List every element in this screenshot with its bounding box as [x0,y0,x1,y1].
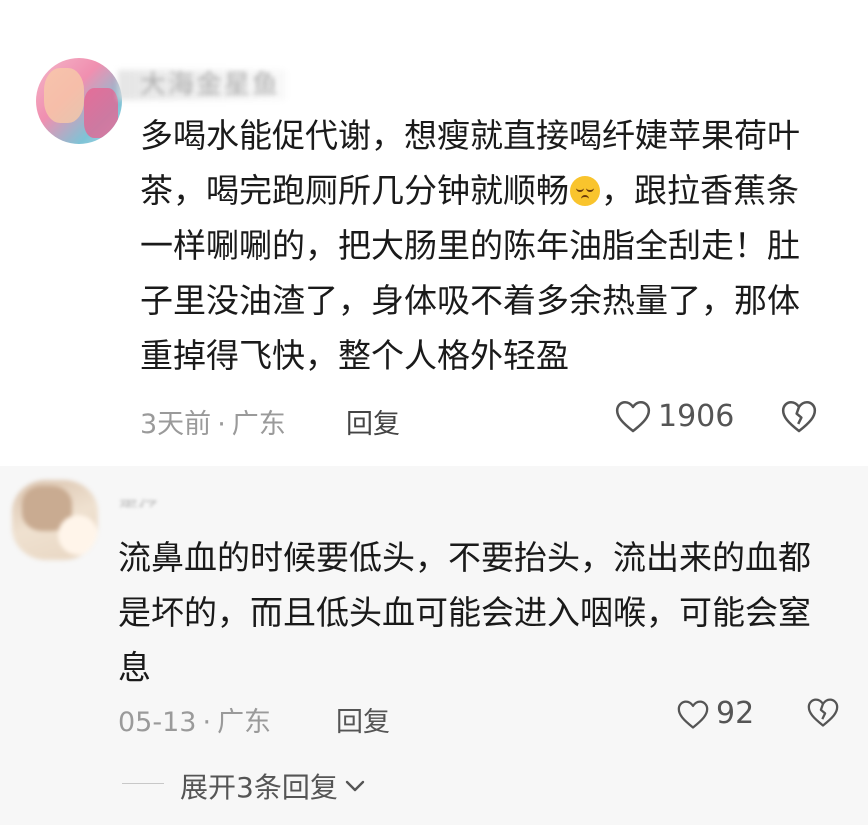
reply-button[interactable]: 回复 [336,700,390,739]
broken-heart-icon [781,400,817,433]
username[interactable]: 蛋仔 [118,493,238,507]
comment-location: 广东 [217,707,272,738]
comment-line: 一样唰唰的，把大肠里的陈年油脂全刮走！肚 [140,226,800,265]
comment-line: 多喝水能促代谢，想瘦就直接喝纤婕苹果荷叶 [140,116,800,155]
comment-meta: 05-13 · 广东 [118,700,271,739]
comment-line: 重掉得飞快，整个人格外轻盈 [140,336,569,375]
meta-separator: · [202,707,212,738]
like-button[interactable]: 1906 [614,398,734,434]
comment-panel-1: 大海金星鱼 多喝水能促代谢，想瘦就直接喝纤婕苹果荷叶 茶，喝完跑厕所几分钟就顺畅… [0,0,868,466]
heart-outline-icon [615,400,651,433]
comment-location: 广东 [231,409,286,440]
comment-time: 3天前 [140,409,212,440]
comment-text: 流鼻血的时候要低头，不要抬头，流出来的血都 是坏的，而且低头血可能会进入咽喉，可… [118,530,843,695]
expand-replies-button[interactable]: 展开3条回复 [180,766,366,806]
relieved-face-emoji-icon [570,176,600,206]
divider [122,783,164,784]
like-button[interactable]: 92 [676,696,754,731]
comment-text: 多喝水能促代谢，想瘦就直接喝纤婕苹果荷叶 茶，喝完跑厕所几分钟就顺畅 ，跟拉香蕉条… [140,108,820,383]
comment-line: 息 [118,648,151,687]
like-count: 1906 [658,398,735,434]
comment-line: 茶，喝完跑厕所几分钟就顺畅 ，跟拉香蕉条 [140,171,799,210]
meta-separator: · [217,409,226,440]
comment-line: 流鼻血的时候要低头，不要抬头，流出来的血都 [118,538,811,577]
comment-line: 是坏的，而且低头血可能会进入咽喉，可能会窒 [118,593,811,632]
comment-meta: 3天前 · 广东 [140,402,286,441]
heart-outline-icon [677,700,709,729]
comment-line: 子里没油渣了，身体吸不着多余热量了，那体 [140,281,800,320]
expand-replies-label: 展开3条回复 [180,771,338,804]
like-count: 92 [716,696,755,731]
comment-time: 05-13 [118,707,197,738]
dislike-button[interactable] [780,398,818,438]
reply-button[interactable]: 回复 [346,402,400,441]
dislike-button[interactable] [806,696,840,732]
avatar[interactable] [36,58,122,144]
broken-heart-icon [807,698,839,727]
avatar[interactable] [12,480,98,560]
chevron-down-icon [345,780,365,792]
username[interactable]: 大海金星鱼 [140,64,280,101]
